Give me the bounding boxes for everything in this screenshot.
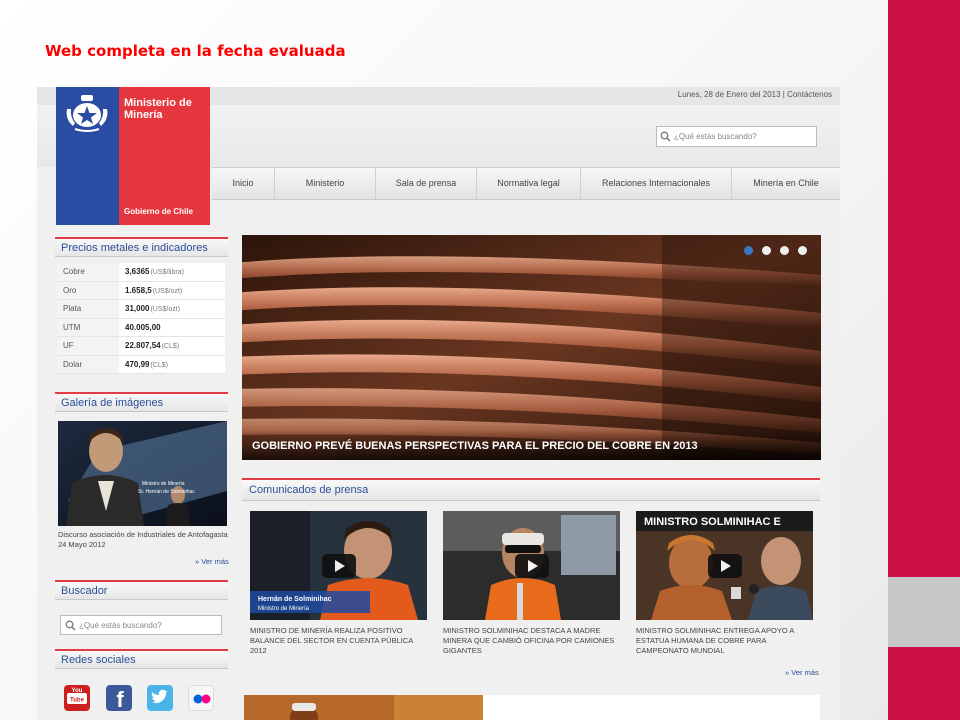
gallery-image[interactable]: Ministro de Minería Sr. Hernán de Solmin… [58,421,227,526]
sidebar-search-input[interactable]: ¿Qué estás buscando? [60,615,222,635]
gallery-title: Galería de imágenes [61,397,164,409]
search-icon [660,131,671,142]
contact-link[interactable]: Contáctenos [787,90,832,99]
play-icon[interactable] [514,553,549,578]
comunicados-more-link[interactable]: » Ver más [785,668,819,677]
twitter-icon[interactable] [147,685,173,711]
video-thumbnail[interactable]: MINISTRO SOLMINIHAC E [636,511,813,620]
price-row: Cobre 3,6365(US$/libra) [57,263,225,282]
nav-item-inicio[interactable]: Inicio [212,168,274,199]
slider-dot[interactable] [780,246,789,255]
nav-item-ministerio[interactable]: Ministerio [274,168,375,199]
gallery-more-link[interactable]: » Ver más [195,557,229,566]
redes-header: Redes sociales [55,649,228,669]
header-search-input[interactable]: ¿Qué estás buscando? [656,126,817,147]
logo-ministry-name: Ministerio de Minería [124,97,192,121]
slider-dots [744,246,807,255]
hero-caption[interactable]: GOBIERNO PREVÉ BUENAS PERSPECTIVAS PARA … [252,440,698,452]
slider-dot[interactable] [744,246,753,255]
redes-title: Redes sociales [61,654,136,666]
search-placeholder: ¿Qué estás buscando? [674,132,757,141]
slide-title: Web completa en la fecha evaluada [45,42,346,60]
video-overlay-role: Ministro de Minería [258,606,310,612]
logo-blue-block [56,87,119,225]
youtube-icon[interactable]: Tube You [64,685,90,711]
flickr-icon[interactable] [188,685,214,711]
website-screenshot: Lunes, 28 de Enero del 2013 | Contácteno… [37,87,840,720]
gallery-header: Galería de imágenes [55,392,228,412]
gallery-caption: Discurso asociación de Industriales de A… [58,530,228,549]
news-summary [483,695,820,720]
hero-caption-bar: GOBIERNO PREVÉ BUENAS PERSPECTIVAS PARA … [242,430,821,460]
top-bar-text: Lunes, 28 de Enero del 2013 | Contácteno… [677,90,832,99]
nav-item-mineria-en-chile[interactable]: Minería en Chile [731,168,840,199]
svg-text:f: f [116,687,124,711]
search-icon [65,620,76,631]
nav-item-sala-de-prensa[interactable]: Sala de prensa [375,168,476,199]
comunicados-header: Comunicados de prensa [242,478,820,501]
nav-item-normativa-legal[interactable]: Normativa legal [476,168,580,199]
price-row: UF 22.807,54(CL$) [57,337,225,356]
gallery-photo: Ministro de Minería Sr. Hernán de Solmin… [58,421,227,526]
comunicados-title: Comunicados de prensa [249,484,369,496]
price-row: Oro 1.658,5(US$/ozt) [57,281,225,300]
ministry-logo[interactable]: Ministerio de Minería Gobierno de Chile [56,87,210,225]
video-caption[interactable]: Ministro Solminihac destaca a madre mine… [443,626,623,656]
logo-government-text: Gobierno de Chile [124,207,193,216]
prices-title: Precios metales e indicadores [61,242,208,254]
prices-table: Cobre 3,6365(US$/libra) Oro 1.658,5(US$/oz… [57,263,225,374]
prices-header: Precios metales e indicadores [55,237,228,257]
buscador-title: Buscador [61,585,108,597]
play-icon[interactable] [707,553,742,578]
slider-dot[interactable] [798,246,807,255]
video-thumbnail[interactable]: Hernán de Solminihac Ministro de Minería [250,511,427,620]
logo-red-block: Ministerio de Minería Gobierno de Chile [119,87,210,225]
coat-of-arms-icon [66,95,108,132]
svg-text:You: You [72,688,83,694]
nav-item-relaciones-internacionales[interactable]: Relaciones Internacionales [580,168,731,199]
price-row: Dolar 470,99(CL$) [57,355,225,374]
video-overlay-name: Hernán de Solminihac [258,596,332,603]
play-icon[interactable] [321,553,356,578]
video-overlay-title: MINISTRO SOLMINIHAC E [644,516,781,528]
current-date: Lunes, 28 de Enero del 2013 [677,90,781,99]
sidebar-search-placeholder: ¿Qué estás buscando? [79,620,162,630]
buscador-header: Buscador [55,580,228,600]
svg-text:Ministro de Minería: Ministro de Minería [142,481,185,487]
facebook-icon[interactable]: f [106,685,132,712]
news-image[interactable] [244,695,483,720]
news-photo [244,695,483,720]
video-caption[interactable]: Ministro Solminihac entrega apoyo a esta… [636,626,816,656]
slide-side-accent [888,577,960,647]
video-thumbnail[interactable] [443,511,620,620]
slider-dot[interactable] [762,246,771,255]
svg-text:Tube: Tube [70,698,85,704]
price-row: Plata 31,000(US$/ozt) [57,300,225,319]
price-row: UTM 40.005,00 [57,318,225,337]
hero-slider[interactable]: GOBIERNO PREVÉ BUENAS PERSPECTIVAS PARA … [242,235,821,460]
main-nav: Inicio Ministerio Sala de prensa Normati… [212,167,840,200]
svg-text:Sr. Hernán de Solminihac: Sr. Hernán de Solminihac [138,489,195,495]
video-caption[interactable]: Ministro de Minería realiza positivo bal… [250,626,430,656]
hero-image [242,235,821,460]
